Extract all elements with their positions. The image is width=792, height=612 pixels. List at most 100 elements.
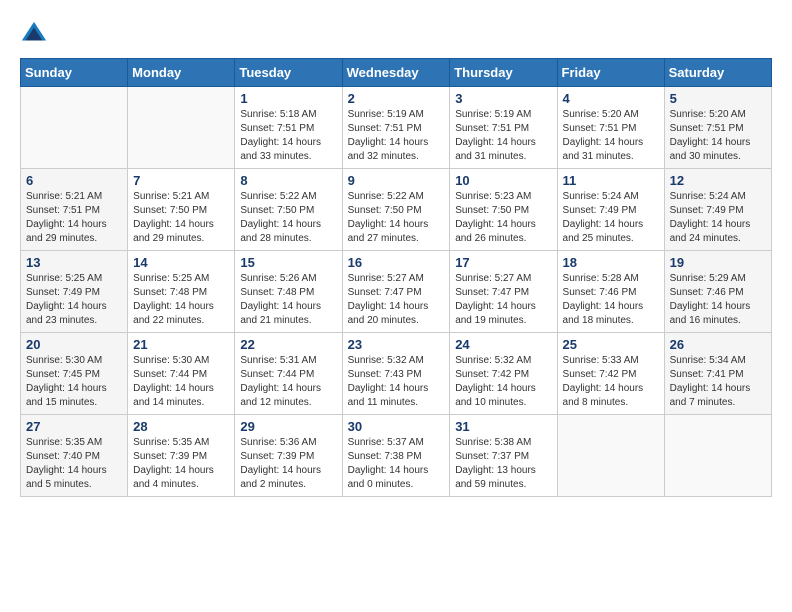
- calendar-cell: 27 Sunrise: 5:35 AM Sunset: 7:40 PM Dayli…: [21, 415, 128, 497]
- day-info: Sunrise: 5:21 AM Sunset: 7:51 PM Dayligh…: [26, 190, 122, 246]
- day-number: 12: [670, 173, 766, 188]
- calendar-cell: 25 Sunrise: 5:33 AM Sunset: 7:42 PM Dayli…: [557, 333, 664, 415]
- calendar-week-row: 13Sunrise: 5:25 AM Sunset: 7:49 PM Dayli…: [21, 251, 772, 333]
- day-info: Sunrise: 5:24 AM Sunset: 7:49 PM Dayligh…: [563, 190, 659, 246]
- calendar-cell: [21, 87, 128, 169]
- day-number: 21: [133, 337, 229, 352]
- calendar-header-row: SundayMondayTuesdayWednesdayThursdayFrid…: [21, 59, 772, 87]
- calendar-header-thursday: Thursday: [450, 59, 557, 87]
- calendar-cell: 4 Sunrise: 5:20 AM Sunset: 7:51 PM Daylig…: [557, 87, 664, 169]
- calendar-cell: [664, 415, 771, 497]
- day-info: Sunrise: 5:26 AM Sunset: 7:48 PM Dayligh…: [240, 272, 336, 328]
- calendar-header-wednesday: Wednesday: [342, 59, 450, 87]
- day-info: Sunrise: 5:28 AM Sunset: 7:46 PM Dayligh…: [563, 272, 659, 328]
- calendar-cell: 20 Sunrise: 5:30 AM Sunset: 7:45 PM Dayli…: [21, 333, 128, 415]
- day-number: 27: [26, 419, 122, 434]
- calendar-cell: 14 Sunrise: 5:25 AM Sunset: 7:48 PM Dayli…: [128, 251, 235, 333]
- day-info: Sunrise: 5:25 AM Sunset: 7:49 PM Dayligh…: [26, 272, 122, 328]
- day-info: Sunrise: 5:24 AM Sunset: 7:49 PM Dayligh…: [670, 190, 766, 246]
- day-number: 4: [563, 91, 659, 106]
- day-info: Sunrise: 5:35 AM Sunset: 7:40 PM Dayligh…: [26, 436, 122, 492]
- calendar-cell: 11 Sunrise: 5:24 AM Sunset: 7:49 PM Dayli…: [557, 169, 664, 251]
- day-number: 9: [348, 173, 445, 188]
- day-info: Sunrise: 5:30 AM Sunset: 7:45 PM Dayligh…: [26, 354, 122, 410]
- calendar-cell: 3Sunrise: 5:19 AM Sunset: 7:51 PM Daylig…: [450, 87, 557, 169]
- calendar-cell: 1Sunrise: 5:18 AM Sunset: 7:51 PM Daylig…: [235, 87, 342, 169]
- calendar-cell: 2Sunrise: 5:19 AM Sunset: 7:51 PM Daylig…: [342, 87, 450, 169]
- day-info: Sunrise: 5:33 AM Sunset: 7:42 PM Dayligh…: [563, 354, 659, 410]
- day-info: Sunrise: 5:25 AM Sunset: 7:48 PM Dayligh…: [133, 272, 229, 328]
- calendar-cell: 6 Sunrise: 5:21 AM Sunset: 7:51 PM Daylig…: [21, 169, 128, 251]
- page-header: [20, 20, 772, 48]
- calendar-header-monday: Monday: [128, 59, 235, 87]
- day-number: 24: [455, 337, 551, 352]
- calendar-cell: 15 Sunrise: 5:26 AM Sunset: 7:48 PM Dayli…: [235, 251, 342, 333]
- day-number: 17: [455, 255, 551, 270]
- day-number: 19: [670, 255, 766, 270]
- calendar-cell: 7Sunrise: 5:21 AM Sunset: 7:50 PM Daylig…: [128, 169, 235, 251]
- calendar-week-row: 1Sunrise: 5:18 AM Sunset: 7:51 PM Daylig…: [21, 87, 772, 169]
- day-number: 15: [240, 255, 336, 270]
- day-number: 29: [240, 419, 336, 434]
- day-info: Sunrise: 5:27 AM Sunset: 7:47 PM Dayligh…: [348, 272, 445, 328]
- day-info: Sunrise: 5:38 AM Sunset: 7:37 PM Dayligh…: [455, 436, 551, 492]
- day-info: Sunrise: 5:32 AM Sunset: 7:42 PM Dayligh…: [455, 354, 551, 410]
- calendar-cell: 28Sunrise: 5:35 AM Sunset: 7:39 PM Dayli…: [128, 415, 235, 497]
- day-number: 10: [455, 173, 551, 188]
- day-number: 18: [563, 255, 659, 270]
- day-info: Sunrise: 5:22 AM Sunset: 7:50 PM Dayligh…: [348, 190, 445, 246]
- calendar-cell: 23 Sunrise: 5:32 AM Sunset: 7:43 PM Dayli…: [342, 333, 450, 415]
- day-number: 30: [348, 419, 445, 434]
- day-number: 1: [240, 91, 336, 106]
- calendar-cell: [128, 87, 235, 169]
- calendar-week-row: 6 Sunrise: 5:21 AM Sunset: 7:51 PM Daylig…: [21, 169, 772, 251]
- calendar-cell: 9 Sunrise: 5:22 AM Sunset: 7:50 PM Daylig…: [342, 169, 450, 251]
- calendar-cell: 31Sunrise: 5:38 AM Sunset: 7:37 PM Dayli…: [450, 415, 557, 497]
- calendar-cell: 19 Sunrise: 5:29 AM Sunset: 7:46 PM Dayli…: [664, 251, 771, 333]
- calendar-cell: 26 Sunrise: 5:34 AM Sunset: 7:41 PM Dayli…: [664, 333, 771, 415]
- day-info: Sunrise: 5:31 AM Sunset: 7:44 PM Dayligh…: [240, 354, 336, 410]
- day-number: 20: [26, 337, 122, 352]
- day-info: Sunrise: 5:36 AM Sunset: 7:39 PM Dayligh…: [240, 436, 336, 492]
- calendar-cell: 5Sunrise: 5:20 AM Sunset: 7:51 PM Daylig…: [664, 87, 771, 169]
- day-number: 3: [455, 91, 551, 106]
- day-info: Sunrise: 5:37 AM Sunset: 7:38 PM Dayligh…: [348, 436, 445, 492]
- calendar-cell: 18 Sunrise: 5:28 AM Sunset: 7:46 PM Dayli…: [557, 251, 664, 333]
- day-number: 25: [563, 337, 659, 352]
- calendar-cell: 17 Sunrise: 5:27 AM Sunset: 7:47 PM Dayli…: [450, 251, 557, 333]
- day-number: 11: [563, 173, 659, 188]
- calendar-cell: 29 Sunrise: 5:36 AM Sunset: 7:39 PM Dayli…: [235, 415, 342, 497]
- day-number: 14: [133, 255, 229, 270]
- day-info: Sunrise: 5:20 AM Sunset: 7:51 PM Dayligh…: [563, 108, 659, 164]
- day-number: 16: [348, 255, 445, 270]
- day-info: Sunrise: 5:34 AM Sunset: 7:41 PM Dayligh…: [670, 354, 766, 410]
- calendar-cell: 8Sunrise: 5:22 AM Sunset: 7:50 PM Daylig…: [235, 169, 342, 251]
- day-info: Sunrise: 5:19 AM Sunset: 7:51 PM Dayligh…: [348, 108, 445, 164]
- calendar-table: SundayMondayTuesdayWednesdayThursdayFrid…: [20, 58, 772, 497]
- calendar-cell: 21 Sunrise: 5:30 AM Sunset: 7:44 PM Dayli…: [128, 333, 235, 415]
- day-info: Sunrise: 5:32 AM Sunset: 7:43 PM Dayligh…: [348, 354, 445, 410]
- calendar-cell: 12 Sunrise: 5:24 AM Sunset: 7:49 PM Dayli…: [664, 169, 771, 251]
- day-info: Sunrise: 5:29 AM Sunset: 7:46 PM Dayligh…: [670, 272, 766, 328]
- calendar-cell: 16 Sunrise: 5:27 AM Sunset: 7:47 PM Dayli…: [342, 251, 450, 333]
- calendar-header-tuesday: Tuesday: [235, 59, 342, 87]
- calendar-cell: 24 Sunrise: 5:32 AM Sunset: 7:42 PM Dayli…: [450, 333, 557, 415]
- day-number: 26: [670, 337, 766, 352]
- calendar-cell: 13Sunrise: 5:25 AM Sunset: 7:49 PM Dayli…: [21, 251, 128, 333]
- calendar-cell: [557, 415, 664, 497]
- day-number: 23: [348, 337, 445, 352]
- calendar-header-sunday: Sunday: [21, 59, 128, 87]
- day-number: 5: [670, 91, 766, 106]
- day-number: 22: [240, 337, 336, 352]
- day-info: Sunrise: 5:27 AM Sunset: 7:47 PM Dayligh…: [455, 272, 551, 328]
- day-info: Sunrise: 5:30 AM Sunset: 7:44 PM Dayligh…: [133, 354, 229, 410]
- day-info: Sunrise: 5:35 AM Sunset: 7:39 PM Dayligh…: [133, 436, 229, 492]
- calendar-cell: 22 Sunrise: 5:31 AM Sunset: 7:44 PM Dayli…: [235, 333, 342, 415]
- day-info: Sunrise: 5:21 AM Sunset: 7:50 PM Dayligh…: [133, 190, 229, 246]
- calendar-header-saturday: Saturday: [664, 59, 771, 87]
- day-number: 6: [26, 173, 122, 188]
- logo-icon: [20, 20, 48, 48]
- day-number: 8: [240, 173, 336, 188]
- calendar-header-friday: Friday: [557, 59, 664, 87]
- calendar-cell: 10Sunrise: 5:23 AM Sunset: 7:50 PM Dayli…: [450, 169, 557, 251]
